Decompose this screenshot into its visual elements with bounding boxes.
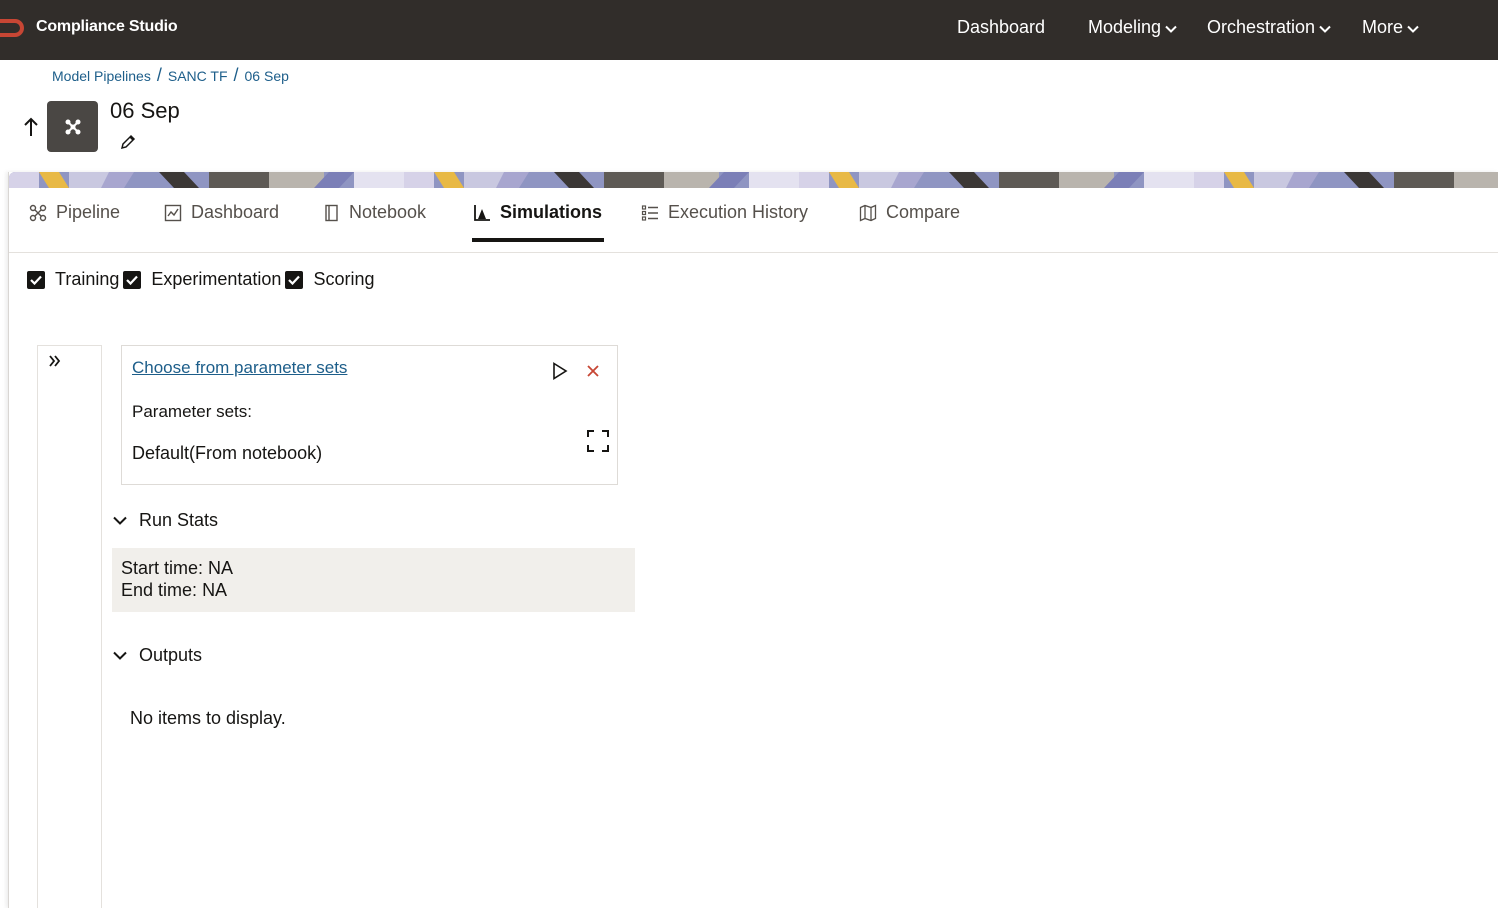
run-stats-header[interactable]: Run Stats: [113, 510, 218, 531]
chevron-down-icon: [113, 516, 127, 525]
nav-orchestration-label: Orchestration: [1207, 17, 1316, 37]
start-time-row: Start time: NA: [121, 557, 626, 579]
checkbox-checked-icon[interactable]: [285, 270, 304, 289]
filter-training[interactable]: Training: [27, 269, 119, 290]
choose-parameter-sets-link[interactable]: Choose from parameter sets: [132, 358, 347, 378]
checkbox-checked-icon[interactable]: [27, 270, 45, 289]
breadcrumb-current[interactable]: 06 Sep: [245, 68, 289, 84]
chart-icon: [474, 204, 490, 221]
chevron-down-icon: [1407, 25, 1419, 33]
outputs-title: Outputs: [139, 645, 203, 665]
outputs-header[interactable]: Outputs: [113, 645, 202, 666]
nav-orchestration[interactable]: Orchestration: [1207, 17, 1331, 38]
chevron-down-icon: [1319, 25, 1331, 33]
end-time-value: NA: [202, 580, 228, 600]
nav-more-label: More: [1362, 17, 1404, 37]
main-panel: Pipeline Dashboard Notebook Simulations …: [8, 172, 1498, 908]
phase-filters: Training Experimentation Scoring: [27, 269, 378, 290]
expand-icon[interactable]: [587, 430, 609, 452]
outputs-empty-message: No items to display.: [130, 708, 286, 728]
close-icon[interactable]: [586, 364, 600, 378]
tab-dashboard[interactable]: Dashboard: [164, 202, 279, 223]
tab-execution-history[interactable]: Execution History: [641, 202, 808, 223]
tab-compare-label: Compare: [886, 202, 961, 222]
active-tab-indicator: [472, 238, 604, 242]
breadcrumb-separator: /: [156, 65, 162, 85]
double-chevron-right-icon[interactable]: [48, 354, 62, 368]
tab-notebook[interactable]: Notebook: [324, 202, 426, 223]
pipeline-icon: [29, 204, 47, 221]
nav-more[interactable]: More: [1362, 17, 1419, 38]
notebook-icon: [325, 204, 338, 221]
nav-modeling[interactable]: Modeling: [1088, 17, 1177, 38]
tab-dashboard-label: Dashboard: [191, 202, 280, 222]
breadcrumb-model-pipelines[interactable]: Model Pipelines: [52, 68, 151, 84]
tab-compare[interactable]: Compare: [859, 202, 960, 223]
checkbox-checked-icon[interactable]: [123, 270, 142, 289]
oracle-logo-icon[interactable]: [0, 19, 24, 37]
parameter-sets-value: Default(From notebook): [132, 443, 323, 463]
tab-pipeline[interactable]: Pipeline: [29, 202, 120, 223]
start-time-label: Start time:: [121, 558, 204, 578]
filter-training-label: Training: [55, 269, 120, 289]
parameter-sets-label: Parameter sets:: [132, 402, 252, 421]
play-icon[interactable]: [552, 362, 568, 380]
list-icon: [641, 204, 658, 221]
side-rail: [37, 345, 102, 908]
chevron-down-icon: [113, 651, 127, 660]
tab-notebook-label: Notebook: [349, 202, 427, 222]
breadcrumb: Model Pipelines / SANC TF / 06 Sep: [52, 65, 289, 86]
decorative-banner: [9, 172, 1498, 188]
tab-simulations-label: Simulations: [500, 202, 603, 222]
filter-experimentation-label: Experimentation: [151, 269, 282, 289]
nav-modeling-label: Modeling: [1088, 17, 1162, 37]
arrow-up-icon[interactable]: [22, 116, 40, 138]
nav-dashboard[interactable]: Dashboard: [957, 17, 1045, 38]
filter-scoring-label: Scoring: [313, 269, 375, 289]
tab-bar: Pipeline Dashboard Notebook Simulations …: [9, 188, 1498, 253]
pipeline-avatar: [47, 101, 98, 152]
dashboard-icon: [164, 204, 182, 221]
filter-experimentation[interactable]: Experimentation: [123, 269, 281, 290]
map-icon: [859, 203, 877, 222]
pencil-icon[interactable]: [119, 133, 137, 151]
run-stats-title: Run Stats: [139, 510, 219, 530]
end-time-row: End time: NA: [121, 579, 626, 601]
tab-pipeline-label: Pipeline: [56, 202, 121, 222]
end-time-label: End time:: [121, 580, 198, 600]
app-brand[interactable]: Compliance Studio: [36, 18, 178, 36]
nav-dashboard-label: Dashboard: [957, 17, 1046, 37]
tab-execution-history-label: Execution History: [668, 202, 809, 222]
parameter-card: Choose from parameter sets Parameter set…: [121, 345, 618, 485]
pipeline-icon: [65, 119, 80, 134]
chevron-down-icon: [1165, 25, 1177, 33]
top-bar: Compliance Studio Dashboard Modeling Orc…: [0, 0, 1498, 60]
breadcrumb-sanc-tf[interactable]: SANC TF: [168, 68, 228, 84]
filter-scoring[interactable]: Scoring: [285, 269, 374, 290]
page-title: 06 Sep: [110, 98, 180, 123]
breadcrumb-separator: /: [233, 65, 239, 85]
tab-simulations[interactable]: Simulations: [473, 202, 602, 223]
start-time-value: NA: [208, 558, 234, 578]
run-stats-box: Start time: NA End time: NA: [112, 548, 635, 612]
